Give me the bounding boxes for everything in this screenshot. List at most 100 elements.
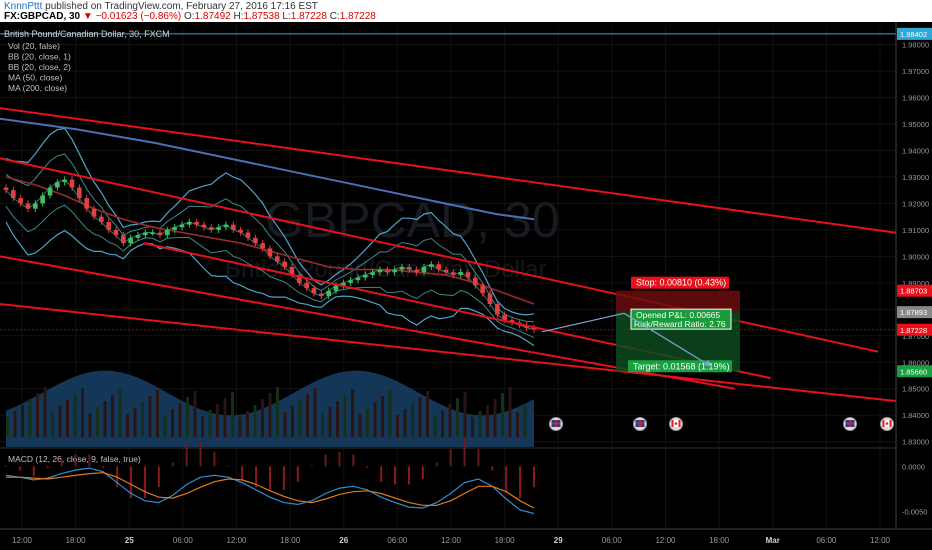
candle-body	[333, 285, 339, 291]
candle-body	[135, 235, 141, 238]
macd-label: MACD (12, 26, close, 9, false, true)	[8, 454, 141, 464]
x-tick-label: Mar	[766, 536, 780, 545]
low-label: L:	[282, 11, 291, 22]
y-tick-label: 1.94000	[902, 146, 929, 155]
candle-body	[91, 208, 97, 217]
candle-body	[414, 269, 419, 273]
macd-histogram-bar	[519, 466, 522, 499]
macd-histogram-bar	[185, 443, 188, 467]
macd-histogram-bar	[46, 466, 49, 469]
canada-flag-icon[interactable]	[669, 417, 683, 431]
volume-bar	[111, 395, 114, 437]
volume-bar	[276, 387, 279, 437]
macd-histogram-bar	[491, 466, 494, 471]
candle-body	[377, 269, 383, 273]
volume-bar	[321, 413, 324, 437]
volume-bar	[523, 406, 527, 437]
candle-body	[106, 221, 111, 230]
y-tick-label: 1.92000	[902, 199, 929, 208]
volume-bar	[141, 402, 144, 437]
candle-body	[143, 232, 148, 236]
volume-bar	[261, 399, 264, 437]
uk-flag-icon[interactable]	[549, 417, 563, 431]
volume-bar	[366, 408, 369, 437]
x-tick-label: 06:00	[602, 536, 623, 545]
volume-bar	[433, 416, 437, 437]
price-label: 1.85660	[900, 367, 927, 376]
low-value: 1.87228	[290, 11, 327, 22]
y-tick-label: 1.97000	[902, 67, 929, 76]
candle-body	[407, 266, 412, 270]
volume-bar	[66, 400, 69, 437]
candle-body	[33, 203, 38, 209]
candle-body	[473, 277, 478, 286]
candle-body	[495, 304, 500, 315]
macd-y-tick-label: -0.0050	[902, 508, 927, 517]
candle-body	[253, 237, 258, 244]
y-tick-label: 1.91000	[902, 226, 929, 235]
watermark-symbol: GBPCAD, 30	[265, 192, 560, 248]
price-change: ▼ −0.01623 (−0.86%)	[82, 11, 182, 22]
macd-histogram-bar	[324, 454, 327, 467]
macd-histogram-bar	[74, 454, 77, 467]
volume-bar	[171, 409, 174, 437]
macd-histogram-bar	[282, 466, 285, 490]
y-tick-label: 1.85000	[902, 385, 929, 394]
volume-bar	[411, 403, 414, 437]
candle-body	[443, 269, 449, 273]
uk-flag-icon[interactable]	[843, 417, 857, 431]
target-label: Target: 0.01568 (1.19%)	[633, 361, 730, 371]
volume-bar	[403, 409, 407, 437]
volume-bar	[21, 405, 24, 437]
candle-body	[69, 179, 75, 188]
volume-bar	[486, 405, 489, 437]
candle-body	[172, 227, 177, 230]
volume-bar	[186, 397, 189, 437]
macd-histogram-bar	[407, 466, 410, 485]
x-tick-label: 25	[125, 536, 134, 545]
price-chart[interactable]: GBPCAD, 30British Pound/Canadian Dollar S…	[0, 22, 932, 550]
volume-bar	[36, 393, 39, 437]
volume-bar	[103, 401, 107, 437]
x-tick-label: 12:00	[655, 536, 676, 545]
macd-histogram-bar	[88, 454, 91, 467]
x-tick-label: 12:00	[12, 536, 33, 545]
volume-bar	[463, 392, 467, 437]
canada-flag-icon[interactable]	[880, 417, 894, 431]
candle-body	[465, 272, 471, 278]
x-tick-label: 12:00	[226, 536, 247, 545]
macd-histogram-bar	[296, 466, 299, 482]
macd-histogram-bar	[477, 449, 480, 467]
macd-histogram-bar	[102, 466, 105, 469]
volume-bar	[6, 417, 9, 437]
y-tick-label: 1.93000	[902, 173, 929, 182]
volume-bar	[396, 415, 399, 437]
trend-line	[0, 157, 879, 353]
candle-body	[99, 216, 104, 222]
volume-bar	[313, 388, 317, 437]
volume-bar	[201, 416, 204, 437]
volume-bar	[178, 403, 182, 437]
macd-histogram-bar	[171, 462, 174, 467]
candle-body	[289, 266, 295, 275]
volume-bar	[351, 389, 354, 437]
candle-body	[209, 227, 214, 230]
macd-histogram-bar	[421, 466, 424, 480]
candle-body	[392, 269, 397, 273]
candle-body	[47, 187, 53, 196]
volume-bar	[81, 388, 84, 437]
stop-label: Stop: 0.00810 (0.43%)	[636, 278, 726, 288]
macd-histogram-bar	[213, 451, 216, 467]
macd-histogram-bar	[5, 465, 7, 467]
candle-body	[194, 221, 199, 225]
price-label: 1.87228	[900, 326, 927, 335]
volume-bar	[478, 411, 482, 437]
volume-bar	[51, 412, 54, 437]
volume-bar	[418, 397, 422, 437]
macd-histogram-bar	[366, 466, 369, 469]
candle-body	[399, 266, 405, 270]
volume-bar	[223, 398, 227, 437]
uk-flag-icon[interactable]	[633, 417, 647, 431]
volume-bar	[238, 417, 242, 437]
y-tick-label: 1.98000	[902, 41, 929, 50]
